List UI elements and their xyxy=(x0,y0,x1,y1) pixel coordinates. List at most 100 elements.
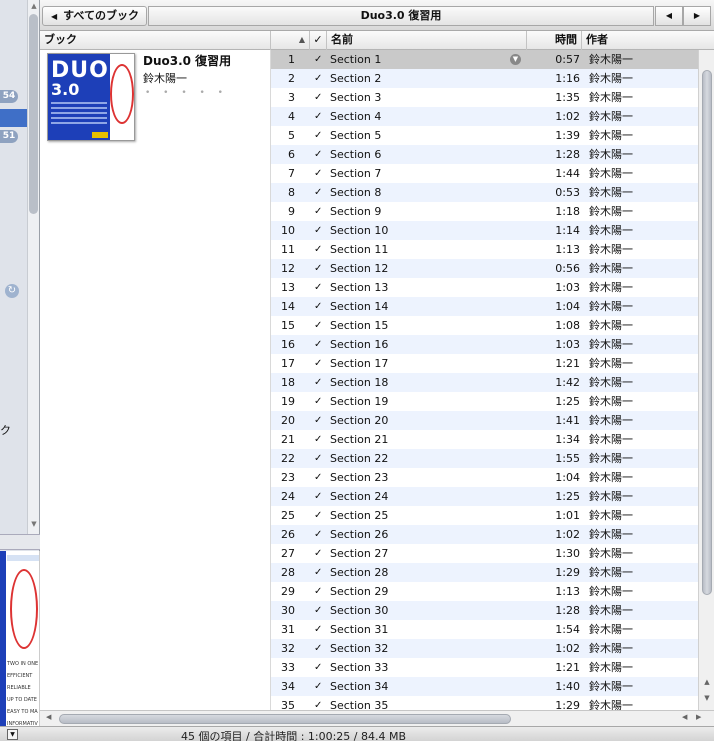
circle-arrow-icon[interactable]: ▼ xyxy=(510,54,521,65)
checkmark-icon[interactable]: ✓ xyxy=(314,50,322,69)
next-button[interactable]: ▶ xyxy=(683,6,711,26)
album-rating[interactable]: • • • • • xyxy=(145,88,228,98)
scroll-left-icon[interactable]: ◀ xyxy=(682,713,687,721)
track-row[interactable]: 34 ✓ Section 34 1:40 鈴木陽一 xyxy=(271,677,698,696)
checkmark-icon[interactable]: ✓ xyxy=(314,183,322,202)
track-row[interactable]: 28 ✓ Section 28 1:29 鈴木陽一 xyxy=(271,563,698,582)
track-row[interactable]: 31 ✓ Section 31 1:54 鈴木陽一 xyxy=(271,620,698,639)
track-row[interactable]: 30 ✓ Section 30 1:28 鈴木陽一 xyxy=(271,601,698,620)
checkmark-icon[interactable]: ✓ xyxy=(314,525,322,544)
track-row[interactable]: 2 ✓ Section 2 1:16 鈴木陽一 xyxy=(271,69,698,88)
artwork-divider[interactable] xyxy=(0,534,40,550)
track-row[interactable]: 6 ✓ Section 6 1:28 鈴木陽一 xyxy=(271,145,698,164)
checkmark-icon[interactable]: ✓ xyxy=(314,449,322,468)
checkmark-icon[interactable]: ✓ xyxy=(314,658,322,677)
column-header-check[interactable]: ✓ xyxy=(310,31,327,50)
track-list-scrollbar[interactable]: ▲ ▼ xyxy=(698,50,714,710)
track-row[interactable]: 21 ✓ Section 21 1:34 鈴木陽一 xyxy=(271,430,698,449)
track-row[interactable]: 7 ✓ Section 7 1:44 鈴木陽一 xyxy=(271,164,698,183)
checkmark-icon[interactable]: ✓ xyxy=(314,145,322,164)
checkmark-icon[interactable]: ✓ xyxy=(314,430,322,449)
track-row[interactable]: 26 ✓ Section 26 1:02 鈴木陽一 xyxy=(271,525,698,544)
checkmark-icon[interactable]: ✓ xyxy=(314,88,322,107)
checkmark-icon[interactable]: ✓ xyxy=(314,221,322,240)
checkmark-icon[interactable]: ✓ xyxy=(314,126,322,145)
checkmark-icon[interactable]: ✓ xyxy=(314,164,322,183)
checkmark-icon[interactable]: ✓ xyxy=(314,620,322,639)
checkmark-icon[interactable]: ✓ xyxy=(314,335,322,354)
track-row[interactable]: 11 ✓ Section 11 1:13 鈴木陽一 xyxy=(271,240,698,259)
horizontal-scrollbar[interactable]: ◀ ◀ ▶ xyxy=(40,710,714,726)
checkmark-icon[interactable]: ✓ xyxy=(314,202,322,221)
checkmark-icon[interactable]: ✓ xyxy=(314,69,322,88)
column-header-time[interactable]: 時間 xyxy=(527,31,582,50)
track-row[interactable]: 29 ✓ Section 29 1:13 鈴木陽一 xyxy=(271,582,698,601)
back-to-all-books-button[interactable]: ◀ すべてのブック xyxy=(42,6,147,26)
vertical-scroll-thumb[interactable] xyxy=(702,70,712,595)
track-row[interactable]: 8 ✓ Section 8 0:53 鈴木陽一 xyxy=(271,183,698,202)
checkmark-icon[interactable]: ✓ xyxy=(314,107,322,126)
checkmark-icon[interactable]: ✓ xyxy=(314,259,322,278)
triangle-down-icon[interactable]: ▼ xyxy=(7,729,18,740)
checkmark-icon[interactable]: ✓ xyxy=(314,601,322,620)
track-row[interactable]: 33 ✓ Section 33 1:21 鈴木陽一 xyxy=(271,658,698,677)
track-row[interactable]: 16 ✓ Section 16 1:03 鈴木陽一 xyxy=(271,335,698,354)
checkmark-icon[interactable]: ✓ xyxy=(314,392,322,411)
track-row[interactable]: 24 ✓ Section 24 1:25 鈴木陽一 xyxy=(271,487,698,506)
sidebar-item-label[interactable]: ク xyxy=(0,422,11,438)
track-row[interactable]: 23 ✓ Section 23 1:04 鈴木陽一 xyxy=(271,468,698,487)
scroll-up-icon[interactable]: ▲ xyxy=(29,2,39,10)
track-row[interactable]: 15 ✓ Section 15 1:08 鈴木陽一 xyxy=(271,316,698,335)
checkmark-icon[interactable]: ✓ xyxy=(314,354,322,373)
sidebar-selected-item[interactable] xyxy=(0,109,27,127)
column-header-book[interactable]: ブック xyxy=(40,31,271,50)
checkmark-icon[interactable]: ✓ xyxy=(314,297,322,316)
checkmark-icon[interactable]: ✓ xyxy=(314,582,322,601)
album-artwork[interactable]: DUO 3.0 xyxy=(47,53,135,141)
checkmark-icon[interactable]: ✓ xyxy=(314,544,322,563)
track-row[interactable]: 14 ✓ Section 14 1:04 鈴木陽一 xyxy=(271,297,698,316)
track-row[interactable]: 20 ✓ Section 20 1:41 鈴木陽一 xyxy=(271,411,698,430)
track-row[interactable]: 19 ✓ Section 19 1:25 鈴木陽一 xyxy=(271,392,698,411)
checkmark-icon[interactable]: ✓ xyxy=(314,316,322,335)
sync-icon[interactable]: ↻ xyxy=(5,284,19,298)
track-row[interactable]: 25 ✓ Section 25 1:01 鈴木陽一 xyxy=(271,506,698,525)
previous-button[interactable]: ◀ xyxy=(655,6,683,26)
track-row[interactable]: 3 ✓ Section 3 1:35 鈴木陽一 xyxy=(271,88,698,107)
checkmark-icon[interactable]: ✓ xyxy=(314,487,322,506)
track-row[interactable]: 22 ✓ Section 22 1:55 鈴木陽一 xyxy=(271,449,698,468)
checkmark-icon[interactable]: ✓ xyxy=(314,696,322,710)
checkmark-icon[interactable]: ✓ xyxy=(314,373,322,392)
column-header-number[interactable]: ▲ xyxy=(271,31,310,50)
checkmark-icon[interactable]: ✓ xyxy=(314,411,322,430)
track-row[interactable]: 17 ✓ Section 17 1:21 鈴木陽一 xyxy=(271,354,698,373)
track-row[interactable]: 13 ✓ Section 13 1:03 鈴木陽一 xyxy=(271,278,698,297)
track-row[interactable]: 5 ✓ Section 5 1:39 鈴木陽一 xyxy=(271,126,698,145)
checkmark-icon[interactable]: ✓ xyxy=(314,506,322,525)
checkmark-icon[interactable]: ✓ xyxy=(314,639,322,658)
scroll-right-icon[interactable]: ▶ xyxy=(696,713,701,721)
checkmark-icon[interactable]: ✓ xyxy=(314,677,322,696)
checkmark-icon[interactable]: ✓ xyxy=(314,240,322,259)
scroll-down-icon[interactable]: ▼ xyxy=(29,520,39,528)
scroll-up-icon[interactable]: ▲ xyxy=(702,678,712,686)
track-row[interactable]: 9 ✓ Section 9 1:18 鈴木陽一 xyxy=(271,202,698,221)
scroll-left-icon[interactable]: ◀ xyxy=(46,713,51,721)
track-row[interactable]: 27 ✓ Section 27 1:30 鈴木陽一 xyxy=(271,544,698,563)
column-header-name[interactable]: 名前 xyxy=(327,31,527,50)
checkmark-icon[interactable]: ✓ xyxy=(314,278,322,297)
track-row[interactable]: 1 ✓ Section 1 0:57 鈴木陽一 ▼ xyxy=(271,50,698,69)
checkmark-icon[interactable]: ✓ xyxy=(314,563,322,582)
scroll-down-icon[interactable]: ▼ xyxy=(702,694,712,702)
sidebar-scrollbar[interactable]: ▲ ▼ xyxy=(27,0,39,534)
track-row[interactable]: 4 ✓ Section 4 1:02 鈴木陽一 xyxy=(271,107,698,126)
checkmark-icon[interactable]: ✓ xyxy=(314,468,322,487)
track-row[interactable]: 12 ✓ Section 12 0:56 鈴木陽一 xyxy=(271,259,698,278)
track-row[interactable]: 35 ✓ Section 35 1:29 鈴木陽一 xyxy=(271,696,698,710)
track-row[interactable]: 32 ✓ Section 32 1:02 鈴木陽一 xyxy=(271,639,698,658)
horizontal-scroll-thumb[interactable] xyxy=(59,714,511,724)
track-row[interactable]: 10 ✓ Section 10 1:14 鈴木陽一 xyxy=(271,221,698,240)
track-row[interactable]: 18 ✓ Section 18 1:42 鈴木陽一 xyxy=(271,373,698,392)
column-header-artist[interactable]: 作者 xyxy=(582,31,714,50)
sidebar-scroll-thumb[interactable] xyxy=(29,14,38,214)
